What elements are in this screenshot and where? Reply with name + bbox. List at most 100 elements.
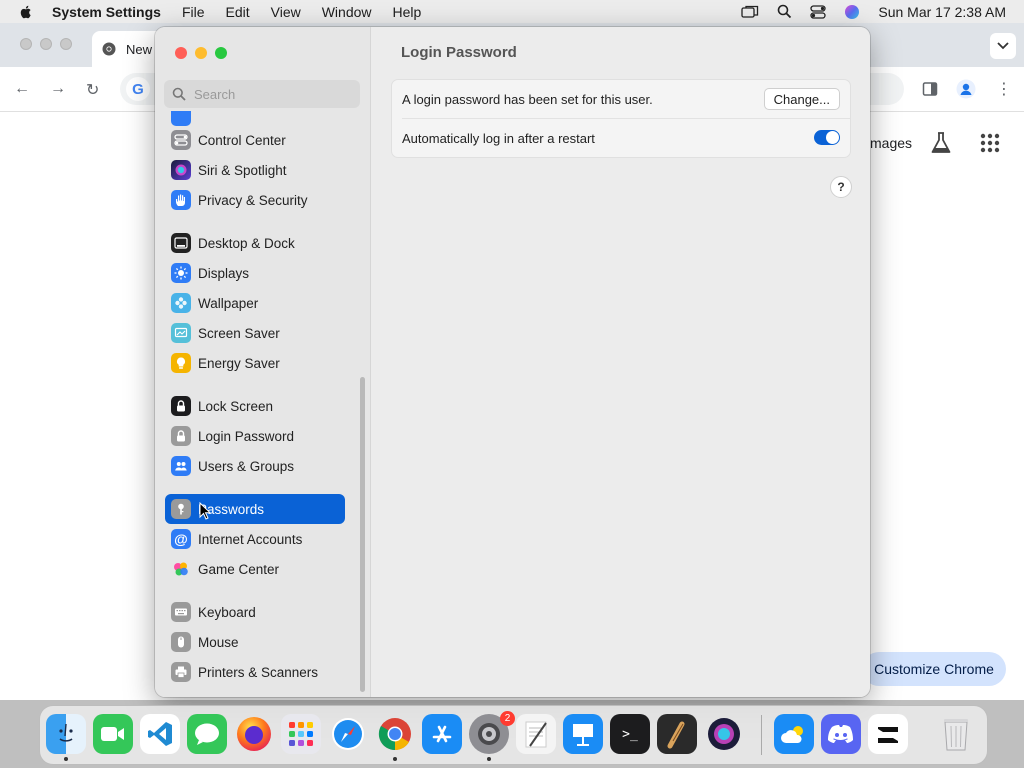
back-arrow-icon[interactable]: ←	[14, 80, 30, 98]
menu-help[interactable]: Help	[393, 4, 422, 20]
labs-flask-icon[interactable]	[930, 131, 952, 155]
finder-icon[interactable]	[46, 714, 86, 754]
apple-menu-icon[interactable]	[18, 4, 34, 20]
dock-icon	[171, 233, 191, 253]
menu-clock[interactable]: Sun Mar 17 2:38 AM	[878, 4, 1006, 20]
control-center-icon[interactable]	[810, 4, 827, 19]
auto-login-toggle[interactable]	[814, 130, 840, 145]
sidebar-item-game-center[interactable]: Game Center	[165, 554, 345, 584]
mouse-icon	[171, 632, 191, 652]
sidebar-item-siri-spotlight[interactable]: Siri & Spotlight	[165, 155, 345, 185]
at-icon: @	[171, 529, 191, 549]
chrome-menu-icon[interactable]: ⋮	[996, 79, 1012, 99]
sidebar-item-login-password[interactable]: Login Password	[165, 421, 345, 451]
sidebar-item-wallpaper[interactable]: Wallpaper	[165, 288, 345, 318]
side-panel-icon[interactable]	[922, 81, 938, 97]
sidebar-list: Control Center Siri & Spotlight Privacy …	[155, 111, 370, 697]
spotlight-search-icon[interactable]	[777, 4, 792, 19]
sidebar-item-printers-scanners[interactable]: Printers & Scanners	[165, 657, 345, 687]
reload-icon[interactable]: ↻	[86, 80, 99, 100]
images-link[interactable]: mages	[870, 135, 912, 151]
sidebar-scrollbar[interactable]	[360, 377, 365, 692]
close-button[interactable]	[175, 47, 187, 59]
sidebar-item-label: Mouse	[198, 634, 239, 650]
instruments-icon[interactable]	[657, 714, 697, 754]
control-center-icon	[171, 130, 191, 150]
messages-icon[interactable]	[187, 714, 227, 754]
wallpaper-icon	[171, 293, 191, 313]
forward-arrow-icon[interactable]: →	[50, 80, 66, 98]
firefox-icon[interactable]	[234, 714, 274, 754]
siri-icon	[171, 160, 191, 180]
sidebar-item-label: Login Password	[198, 428, 295, 444]
customize-chrome-button[interactable]: Customize Chrome	[862, 652, 1006, 686]
minimize-button[interactable]	[195, 47, 207, 59]
notification-badge: 2	[500, 711, 515, 726]
lock-icon	[171, 426, 191, 446]
sidebar-item-screen-saver[interactable]: Screen Saver	[165, 318, 345, 348]
menu-window[interactable]: Window	[322, 4, 372, 20]
chrome-close-button[interactable]	[20, 38, 32, 50]
users-icon	[171, 456, 191, 476]
toggle-knob	[826, 131, 839, 144]
terminal-icon[interactable]: >_	[610, 714, 650, 754]
page-title: Login Password	[401, 44, 517, 61]
facetime-icon[interactable]	[93, 714, 133, 754]
siri-app-icon[interactable]	[704, 714, 744, 754]
settings-sidebar: Search Control Center Siri & Spotlight P…	[155, 27, 371, 697]
sidebar-item-lock-screen[interactable]: Lock Screen	[165, 391, 345, 421]
keynote-icon[interactable]	[563, 714, 603, 754]
sidebar-item-energy-saver[interactable]: Energy Saver	[165, 348, 345, 378]
menu-edit[interactable]: Edit	[226, 4, 250, 20]
tab-search-button[interactable]	[990, 33, 1016, 59]
chrome-minimize-button[interactable]	[40, 38, 52, 50]
chrome-zoom-button[interactable]	[60, 38, 72, 50]
capcut-icon[interactable]	[868, 714, 908, 754]
sidebar-item-users-groups[interactable]: Users & Groups	[165, 451, 345, 481]
discord-icon[interactable]	[821, 714, 861, 754]
sidebar-item-displays[interactable]: Displays	[165, 258, 345, 288]
auto-login-row: Automatically log in after a restart	[392, 119, 850, 157]
game-center-icon	[171, 559, 191, 579]
search-placeholder: Search	[194, 86, 236, 102]
sidebar-item-control-center[interactable]: Control Center	[165, 125, 345, 155]
settings-search-field[interactable]: Search	[164, 80, 360, 108]
vscode-icon[interactable]	[140, 714, 180, 754]
app-store-icon[interactable]	[422, 714, 462, 754]
google-apps-icon[interactable]	[980, 133, 1000, 153]
zoom-button[interactable]	[215, 47, 227, 59]
settings-running-dot	[487, 757, 491, 761]
sidebar-item-label: Keyboard	[198, 604, 256, 620]
menu-app-name[interactable]: System Settings	[52, 4, 161, 20]
menu-file[interactable]: File	[182, 4, 205, 20]
sidebar-item-label: Internet Accounts	[198, 531, 303, 547]
siri-icon[interactable]	[844, 4, 860, 20]
sidebar-item-keyboard[interactable]: Keyboard	[165, 597, 345, 627]
sidebar-item-privacy-security[interactable]: Privacy & Security	[165, 185, 345, 215]
sidebar-item-label: Printers & Scanners	[198, 664, 319, 680]
textedit-icon[interactable]	[516, 714, 556, 754]
launchpad-icon[interactable]	[281, 714, 321, 754]
login-password-group: A login password has been set for this u…	[391, 79, 851, 158]
sidebar-item-desktop-dock[interactable]: Desktop & Dock	[165, 228, 345, 258]
sidebar-item-label: Lock Screen	[198, 398, 274, 414]
profile-avatar-icon[interactable]	[956, 79, 976, 99]
chrome-icon[interactable]	[375, 714, 415, 754]
help-button[interactable]: ?	[830, 176, 852, 198]
key-icon	[171, 499, 191, 519]
trash-icon[interactable]	[936, 714, 976, 754]
weather-icon[interactable]	[774, 714, 814, 754]
menu-view[interactable]: View	[271, 4, 301, 20]
sidebar-item-passwords[interactable]: Passwords	[165, 494, 345, 524]
dock-separator	[761, 715, 762, 755]
change-password-button[interactable]: Change...	[763, 88, 840, 110]
settings-content: Login Password A login password has been…	[371, 27, 870, 697]
safari-icon[interactable]	[328, 714, 368, 754]
hand-icon	[171, 190, 191, 210]
bulb-icon	[171, 353, 191, 373]
sidebar-item-internet-accounts[interactable]: @ Internet Accounts	[165, 524, 345, 554]
sidebar-item-mouse[interactable]: Mouse	[165, 627, 345, 657]
auto-login-label: Automatically log in after a restart	[402, 130, 595, 146]
screen-mirroring-icon[interactable]	[741, 5, 759, 19]
menu-bar: System Settings File Edit View Window He…	[0, 0, 1024, 24]
